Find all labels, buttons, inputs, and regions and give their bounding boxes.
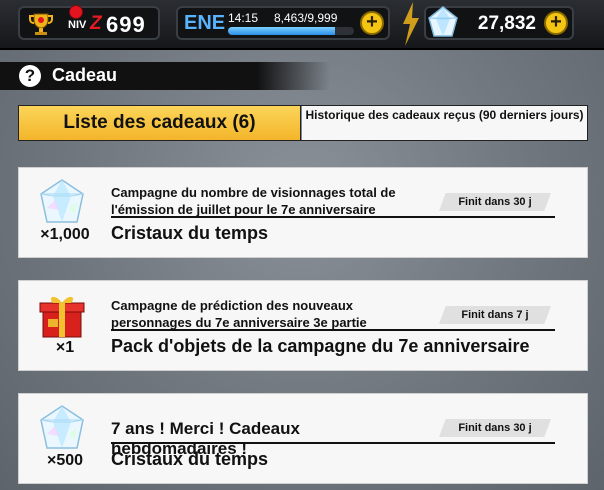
level-prefix: NIV (68, 19, 87, 31)
top-status-bar: NIV Z 699 ENE 14:15 8,463/9,999 + 27,832… (0, 0, 604, 50)
gift-quantity: ×1,000 (40, 226, 90, 243)
currency-value: 27,832 (477, 13, 536, 34)
add-currency-button[interactable]: + (544, 11, 568, 35)
gift-campaign-title: Campagne de prédiction des nouveaux pers… (111, 298, 367, 330)
lightning-icon (403, 2, 419, 46)
energy-panel: ENE 14:15 8,463/9,999 + (176, 6, 390, 40)
gift-expiry-badge: Finit dans 30 j (439, 193, 551, 211)
gift-card[interactable]: ×1,000 Campagne du nombre de visionnages… (18, 167, 588, 258)
trophy-icon (29, 13, 53, 35)
divider (111, 442, 555, 444)
gift-tabs: Liste des cadeaux (6) Historique des cad… (18, 105, 588, 141)
gift-reward-name: Cristaux du temps (111, 223, 269, 243)
level-value: 699 (106, 12, 146, 37)
tab-gift-list[interactable]: Liste des cadeaux (6) (19, 106, 301, 140)
currency-panel: 27,832 + (424, 6, 574, 40)
gift-card[interactable]: ×1 Campagne de prédiction des nouveaux p… (18, 280, 588, 371)
tab-gift-history[interactable]: Historique des cadeaux reçus (90 dernier… (302, 106, 587, 140)
gift-expiry-badge: Finit dans 7 j (439, 306, 551, 324)
energy-count: 8,463/9,999 (274, 11, 338, 25)
gift-box-icon (39, 296, 85, 338)
gift-reward-name: Cristaux du temps (111, 449, 269, 469)
divider (111, 329, 555, 331)
energy-bar (228, 27, 354, 35)
time-crystal-icon (40, 179, 84, 223)
gift-expiry-badge: Finit dans 30 j (439, 419, 551, 437)
gift-card[interactable]: ×500 7 ans ! Merci ! Cadeaux hebdomadair… (18, 393, 588, 484)
notification-dot (69, 5, 83, 19)
level-z-mark: Z (90, 13, 102, 34)
energy-timer: 14:15 (228, 11, 259, 25)
help-icon[interactable]: ? (19, 65, 41, 87)
crystal-icon (428, 6, 458, 37)
divider (111, 216, 555, 218)
add-energy-button[interactable]: + (360, 11, 384, 35)
level-panel[interactable]: NIV Z 699 (18, 5, 160, 40)
energy-label: ENE (184, 12, 226, 34)
gift-reward-name: Pack d'objets de la campagne du 7e anniv… (111, 336, 530, 356)
page-header: ? Cadeau (0, 62, 330, 90)
gift-quantity: ×1 (55, 339, 75, 356)
gift-campaign-title: Campagne du nombre de visionnages total … (111, 185, 396, 217)
energy-bar-fill (228, 27, 335, 35)
gift-quantity: ×500 (46, 452, 84, 469)
time-crystal-icon (40, 405, 84, 449)
page-title: Cadeau (52, 65, 118, 85)
